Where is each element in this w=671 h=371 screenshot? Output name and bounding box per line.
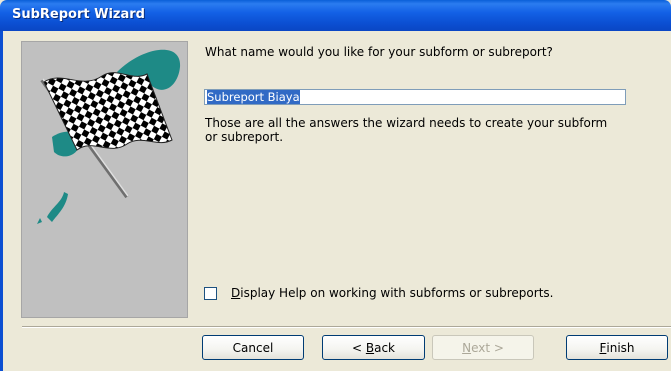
next-button-hotkey: N [462, 340, 472, 355]
subreport-name-input[interactable]: Subreport Biaya [204, 89, 626, 105]
back-button-hotkey: B [365, 340, 375, 355]
window-frame-left [0, 31, 3, 371]
display-help-label[interactable]: Display Help on working with subforms or… [231, 286, 553, 300]
wizard-art-panel [21, 41, 188, 318]
back-button-prefix: < [351, 340, 366, 355]
back-button[interactable]: < Back [322, 335, 425, 360]
finish-button-rest: inish [606, 340, 635, 355]
cancel-button[interactable]: Cancel [202, 335, 304, 360]
display-help-checkbox[interactable] [204, 286, 217, 300]
wizard-window: SubReport Wizard What name would you lik… [0, 0, 671, 371]
name-question-label: What name would you like for your subfor… [205, 45, 553, 59]
display-help-option[interactable]: Display Help on working with subforms or… [204, 286, 553, 300]
cancel-button-label: Cancel [232, 340, 274, 355]
info-line-1: Those are all the answers the wizard nee… [205, 116, 608, 130]
back-button-rest: ack [374, 340, 395, 355]
info-line-2: or subreport. [205, 130, 284, 144]
checkered-flag-icon [37, 49, 181, 224]
next-button-rest: ext > [471, 340, 504, 355]
wizard-info-text: Those are all the answers the wizard nee… [205, 116, 660, 144]
finish-button[interactable]: Finish [566, 335, 668, 360]
display-help-label-text: isplay Help on working with subforms or … [240, 286, 554, 300]
finish-button-hotkey: F [599, 340, 607, 355]
display-help-hotkey: D [231, 286, 241, 300]
button-separator-highlight [22, 327, 671, 328]
subreport-name-value: Subreport Biaya [207, 90, 300, 104]
next-button[interactable]: Next > [432, 335, 534, 360]
window-title: SubReport Wizard [12, 7, 145, 22]
title-bar[interactable]: SubReport Wizard [0, 0, 671, 31]
